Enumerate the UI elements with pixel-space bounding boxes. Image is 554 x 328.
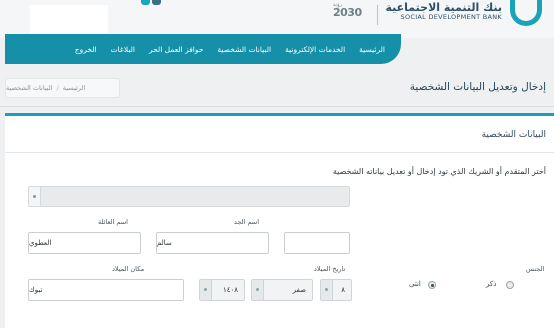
family-name-field[interactable]: العطوي bbox=[28, 232, 141, 254]
father-name-field[interactable] bbox=[284, 232, 350, 254]
bank-name-english: SOCIAL DEVELOPMENT BANK bbox=[400, 13, 502, 21]
chevron-icon bbox=[200, 280, 212, 300]
chevron-icon bbox=[321, 280, 333, 300]
breadcrumb: الرئيسية / البيانات الشخصية bbox=[5, 78, 120, 98]
breadcrumb-home[interactable]: الرئيسية bbox=[63, 84, 85, 92]
applicant-question: أختر المتقدم أو الشريك الذي تود إدخال أو… bbox=[332, 167, 546, 176]
dob-label: تاريخ الميلاد bbox=[314, 265, 346, 273]
nav-item-logout[interactable]: الخروج bbox=[75, 45, 97, 54]
dob-year-select[interactable]: ١٤٠٨ bbox=[199, 279, 245, 301]
gender-male-label: ذكر bbox=[486, 280, 497, 288]
birthplace-field[interactable]: تبوك bbox=[28, 279, 184, 301]
gender-female-radio[interactable] bbox=[428, 281, 436, 289]
bank-logo-icon[interactable] bbox=[510, 0, 542, 26]
dob-month-value: صفر bbox=[292, 286, 306, 294]
grandfather-name-label: اسم الجد bbox=[234, 218, 260, 226]
grandfather-name-field[interactable]: سالم bbox=[156, 232, 269, 254]
chevron-icon bbox=[252, 280, 264, 300]
page-title: إدخال وتعديل البيانات الشخصية bbox=[409, 81, 546, 93]
breadcrumb-current: البيانات الشخصية bbox=[6, 84, 53, 92]
nav-item-reports[interactable]: البلاغات bbox=[111, 45, 135, 54]
nav-item-personal-data[interactable]: البيانات الشخصية bbox=[217, 45, 271, 54]
title-divider bbox=[0, 106, 554, 107]
main-navbar: الرئيسية الخدمات الإلكترونية البيانات ال… bbox=[5, 34, 401, 64]
dob-day-select[interactable]: ٨ bbox=[320, 279, 352, 301]
section-title: البيانات الشخصية bbox=[481, 130, 546, 140]
vision-2030-logo: رؤية 2030 bbox=[333, 2, 362, 19]
header-divider bbox=[377, 5, 378, 25]
nav-item-home[interactable]: الرئيسية bbox=[359, 45, 385, 54]
partner-logo-icon bbox=[141, 0, 165, 8]
nav-item-eservices[interactable]: الخدمات الإلكترونية bbox=[285, 45, 345, 54]
top-header: رؤية 2030 بنك التنمية الاجتماعية SOCIAL … bbox=[0, 0, 554, 39]
nav-item-freelance-incentives[interactable]: حوافز العمل الحر bbox=[149, 45, 203, 54]
gender-label: الجنس bbox=[526, 265, 545, 273]
dob-day-value: ٨ bbox=[341, 286, 345, 294]
dob-year-value: ١٤٠٨ bbox=[222, 286, 238, 294]
card-divider bbox=[5, 152, 554, 153]
family-name-label: اسم العائلة bbox=[98, 218, 128, 226]
applicant-select[interactable] bbox=[28, 186, 350, 207]
breadcrumb-separator: / bbox=[56, 84, 59, 92]
birthplace-label: مكان الميلاد bbox=[112, 265, 145, 273]
dob-month-select[interactable]: صفر bbox=[251, 279, 313, 301]
gender-male-radio[interactable] bbox=[506, 281, 514, 289]
select-handle-icon[interactable] bbox=[29, 187, 41, 206]
gender-female-label: انثى bbox=[409, 280, 421, 288]
